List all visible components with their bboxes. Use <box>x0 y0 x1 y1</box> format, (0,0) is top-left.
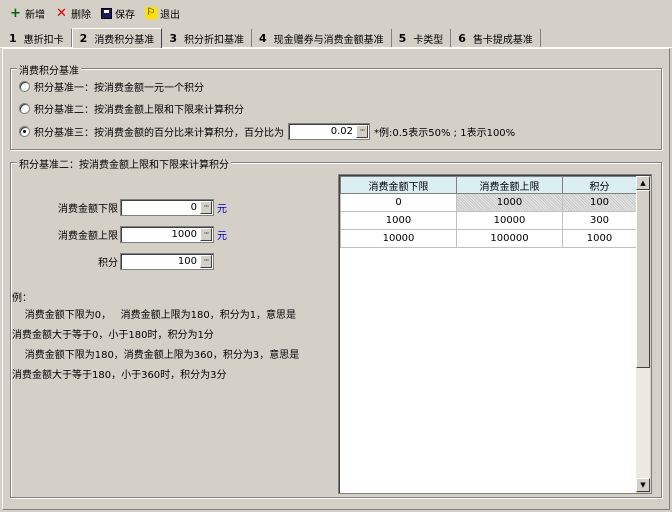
option-label: 积分基准三：按消费金额的百分比来计算积分，百分比为 <box>34 128 284 139</box>
tab-number: 2 <box>79 32 88 45</box>
points-range-grid[interactable]: 消费金额下限 消费金额上限 积分 0 1000 100 1000 10000 3… <box>338 174 652 494</box>
upper-limit-value: 1000 <box>171 229 197 240</box>
add-label: 新增 <box>25 9 45 21</box>
upper-limit-row: 消费金额上限 1000 ··· 元 <box>30 226 227 243</box>
points-label: 积分 <box>98 258 118 269</box>
toolbar: + 新增 ✕ 删除 保存 ⚐ 退出 <box>0 0 672 26</box>
lower-limit-value: 0 <box>190 202 197 213</box>
percent-input[interactable]: 0.02 ··· <box>288 123 370 140</box>
cell-upper[interactable]: 10000 <box>456 211 563 230</box>
scroll-up-arrow-icon[interactable]: ▲ <box>636 176 650 190</box>
column-header-points[interactable]: 积分 <box>562 176 637 194</box>
cell-points[interactable]: 1000 <box>562 229 637 248</box>
scroll-thumb[interactable] <box>636 190 650 368</box>
tab-points-discount-basis[interactable]: 3 积分折扣基准 <box>162 29 252 47</box>
delete-button[interactable]: ✕ 删除 <box>52 2 94 24</box>
tab-bar: 1 惠折扣卡 2 消费积分基准 3 积分折扣基准 4 现金赠券与消费金额基准 5… <box>0 28 672 48</box>
grid-header-row: 消费金额下限 消费金额上限 积分 <box>340 176 637 194</box>
example-line: 消费金额下限为0， 消费金额上限为180，积分为1，意思是 <box>12 310 297 321</box>
tab-number: 1 <box>9 31 17 45</box>
exit-running-man-icon: ⚐ <box>145 7 157 19</box>
table-row[interactable]: 0 1000 100 <box>340 193 637 212</box>
points-input[interactable]: 100 ··· <box>120 253 214 270</box>
cell-lower[interactable]: 10000 <box>340 229 457 248</box>
tab-label: 售卡提成基准 <box>472 34 533 46</box>
scroll-down-arrow-icon[interactable]: ▼ <box>636 478 650 492</box>
unit-label: 元 <box>217 204 227 215</box>
tab-number: 6 <box>458 31 466 45</box>
exit-button[interactable]: ⚐ 退出 <box>142 2 183 24</box>
tab-number: 4 <box>258 31 267 45</box>
tab-cash-voucher-basis[interactable]: 4 现金赠券与消费金额基准 <box>252 29 392 47</box>
points-row: 积分 100 ··· <box>30 253 214 270</box>
option-label: 积分基准二：按消费金额上限和下限来计算积分 <box>34 105 244 116</box>
lower-limit-input[interactable]: 0 ··· <box>120 199 214 216</box>
tab-label: 积分折扣基准 <box>183 34 244 46</box>
save-label: 保存 <box>115 9 135 21</box>
points-value: 100 <box>177 256 197 267</box>
tab-number: 3 <box>169 31 177 45</box>
table-row[interactable]: 10000 100000 1000 <box>340 229 637 248</box>
percent-value: 0.02 <box>330 126 353 137</box>
vertical-scrollbar[interactable]: ▲ ▼ <box>636 176 650 492</box>
tab-label: 现金赠券与消费金额基准 <box>273 34 384 46</box>
delete-x-icon: ✕ <box>56 5 67 21</box>
tab-label: 卡类型 <box>413 34 444 46</box>
column-header-lower[interactable]: 消费金额下限 <box>340 176 457 194</box>
radio-button-checked[interactable] <box>19 126 30 137</box>
example-line: 消费金额大于等于0，小于180时，积分为1分 <box>12 330 214 341</box>
tab-label: 消费积分基准 <box>94 35 155 46</box>
floppy-disk-icon <box>101 7 112 19</box>
tab-card-type[interactable]: 5 卡类型 <box>392 29 452 47</box>
grid-empty-area <box>340 247 636 493</box>
lower-limit-label: 消费金额下限 <box>58 204 118 215</box>
tab-card-sale-commission[interactable]: 6 售卡提成基准 <box>451 29 541 47</box>
table-row[interactable]: 1000 10000 300 <box>340 211 637 230</box>
group-title: 积分基准二：按消费金额上限和下限来计算积分 <box>17 156 231 171</box>
example-line: 消费金额下限为180，消费金额上限为360，积分为3，意思是 <box>12 350 300 361</box>
exit-label: 退出 <box>160 9 180 21</box>
unit-label: 元 <box>217 231 227 242</box>
column-header-upper[interactable]: 消费金额上限 <box>456 176 563 194</box>
basis-option-3[interactable]: 积分基准三：按消费金额的百分比来计算积分，百分比为 0.02 ··· *例:0.… <box>19 123 515 140</box>
cell-upper-selected[interactable]: 1000 <box>456 193 563 212</box>
grid-table: 消费金额下限 消费金额上限 积分 0 1000 100 1000 10000 3… <box>340 176 637 248</box>
tab-number: 5 <box>398 31 407 45</box>
ellipsis-button[interactable]: ··· <box>200 228 212 241</box>
plus-icon: + <box>10 5 21 21</box>
ellipsis-button[interactable]: ··· <box>200 255 212 268</box>
tab-consumption-points-basis[interactable]: 2 消费积分基准 <box>71 28 163 48</box>
example-line: 消费金额大于等于180，小于360时，积分为3分 <box>12 370 227 381</box>
cell-lower[interactable]: 0 <box>340 193 457 212</box>
radio-button[interactable] <box>19 103 30 114</box>
cell-points-selected[interactable]: 100 <box>562 193 637 212</box>
tab-discount-card[interactable]: 1 惠折扣卡 <box>2 29 72 47</box>
cell-upper[interactable]: 100000 <box>456 229 563 248</box>
cell-points[interactable]: 300 <box>562 211 637 230</box>
ellipsis-button[interactable]: ··· <box>356 125 368 138</box>
example-text: 例： 消费金额下限为0， 消费金额上限为180，积分为1，意思是 消费金额大于等… <box>12 292 299 386</box>
option-label: 积分基准一：按消费金额一元一个积分 <box>34 83 204 94</box>
upper-limit-label: 消费金额上限 <box>58 231 118 242</box>
save-button[interactable]: 保存 <box>98 2 138 24</box>
delete-label: 删除 <box>71 9 91 21</box>
add-button[interactable]: + 新增 <box>6 2 48 24</box>
basis-option-1[interactable]: 积分基准一：按消费金额一元一个积分 <box>19 79 204 94</box>
radio-button[interactable] <box>19 81 30 92</box>
lower-limit-row: 消费金额下限 0 ··· 元 <box>30 199 227 216</box>
upper-limit-input[interactable]: 1000 ··· <box>120 226 214 243</box>
cell-lower[interactable]: 1000 <box>340 211 457 230</box>
percent-hint: *例:0.5表示50% ; 1表示100% <box>374 128 516 139</box>
tab-label: 惠折扣卡 <box>23 34 64 46</box>
ellipsis-button[interactable]: ··· <box>200 201 212 214</box>
points-basis-group: 消费积分基准 积分基准一：按消费金额一元一个积分 积分基准二：按消费金额上限和下… <box>10 62 662 150</box>
basis-option-2[interactable]: 积分基准二：按消费金额上限和下限来计算积分 <box>19 101 244 116</box>
example-title: 例： <box>12 293 32 304</box>
group-title: 消费积分基准 <box>17 62 81 77</box>
